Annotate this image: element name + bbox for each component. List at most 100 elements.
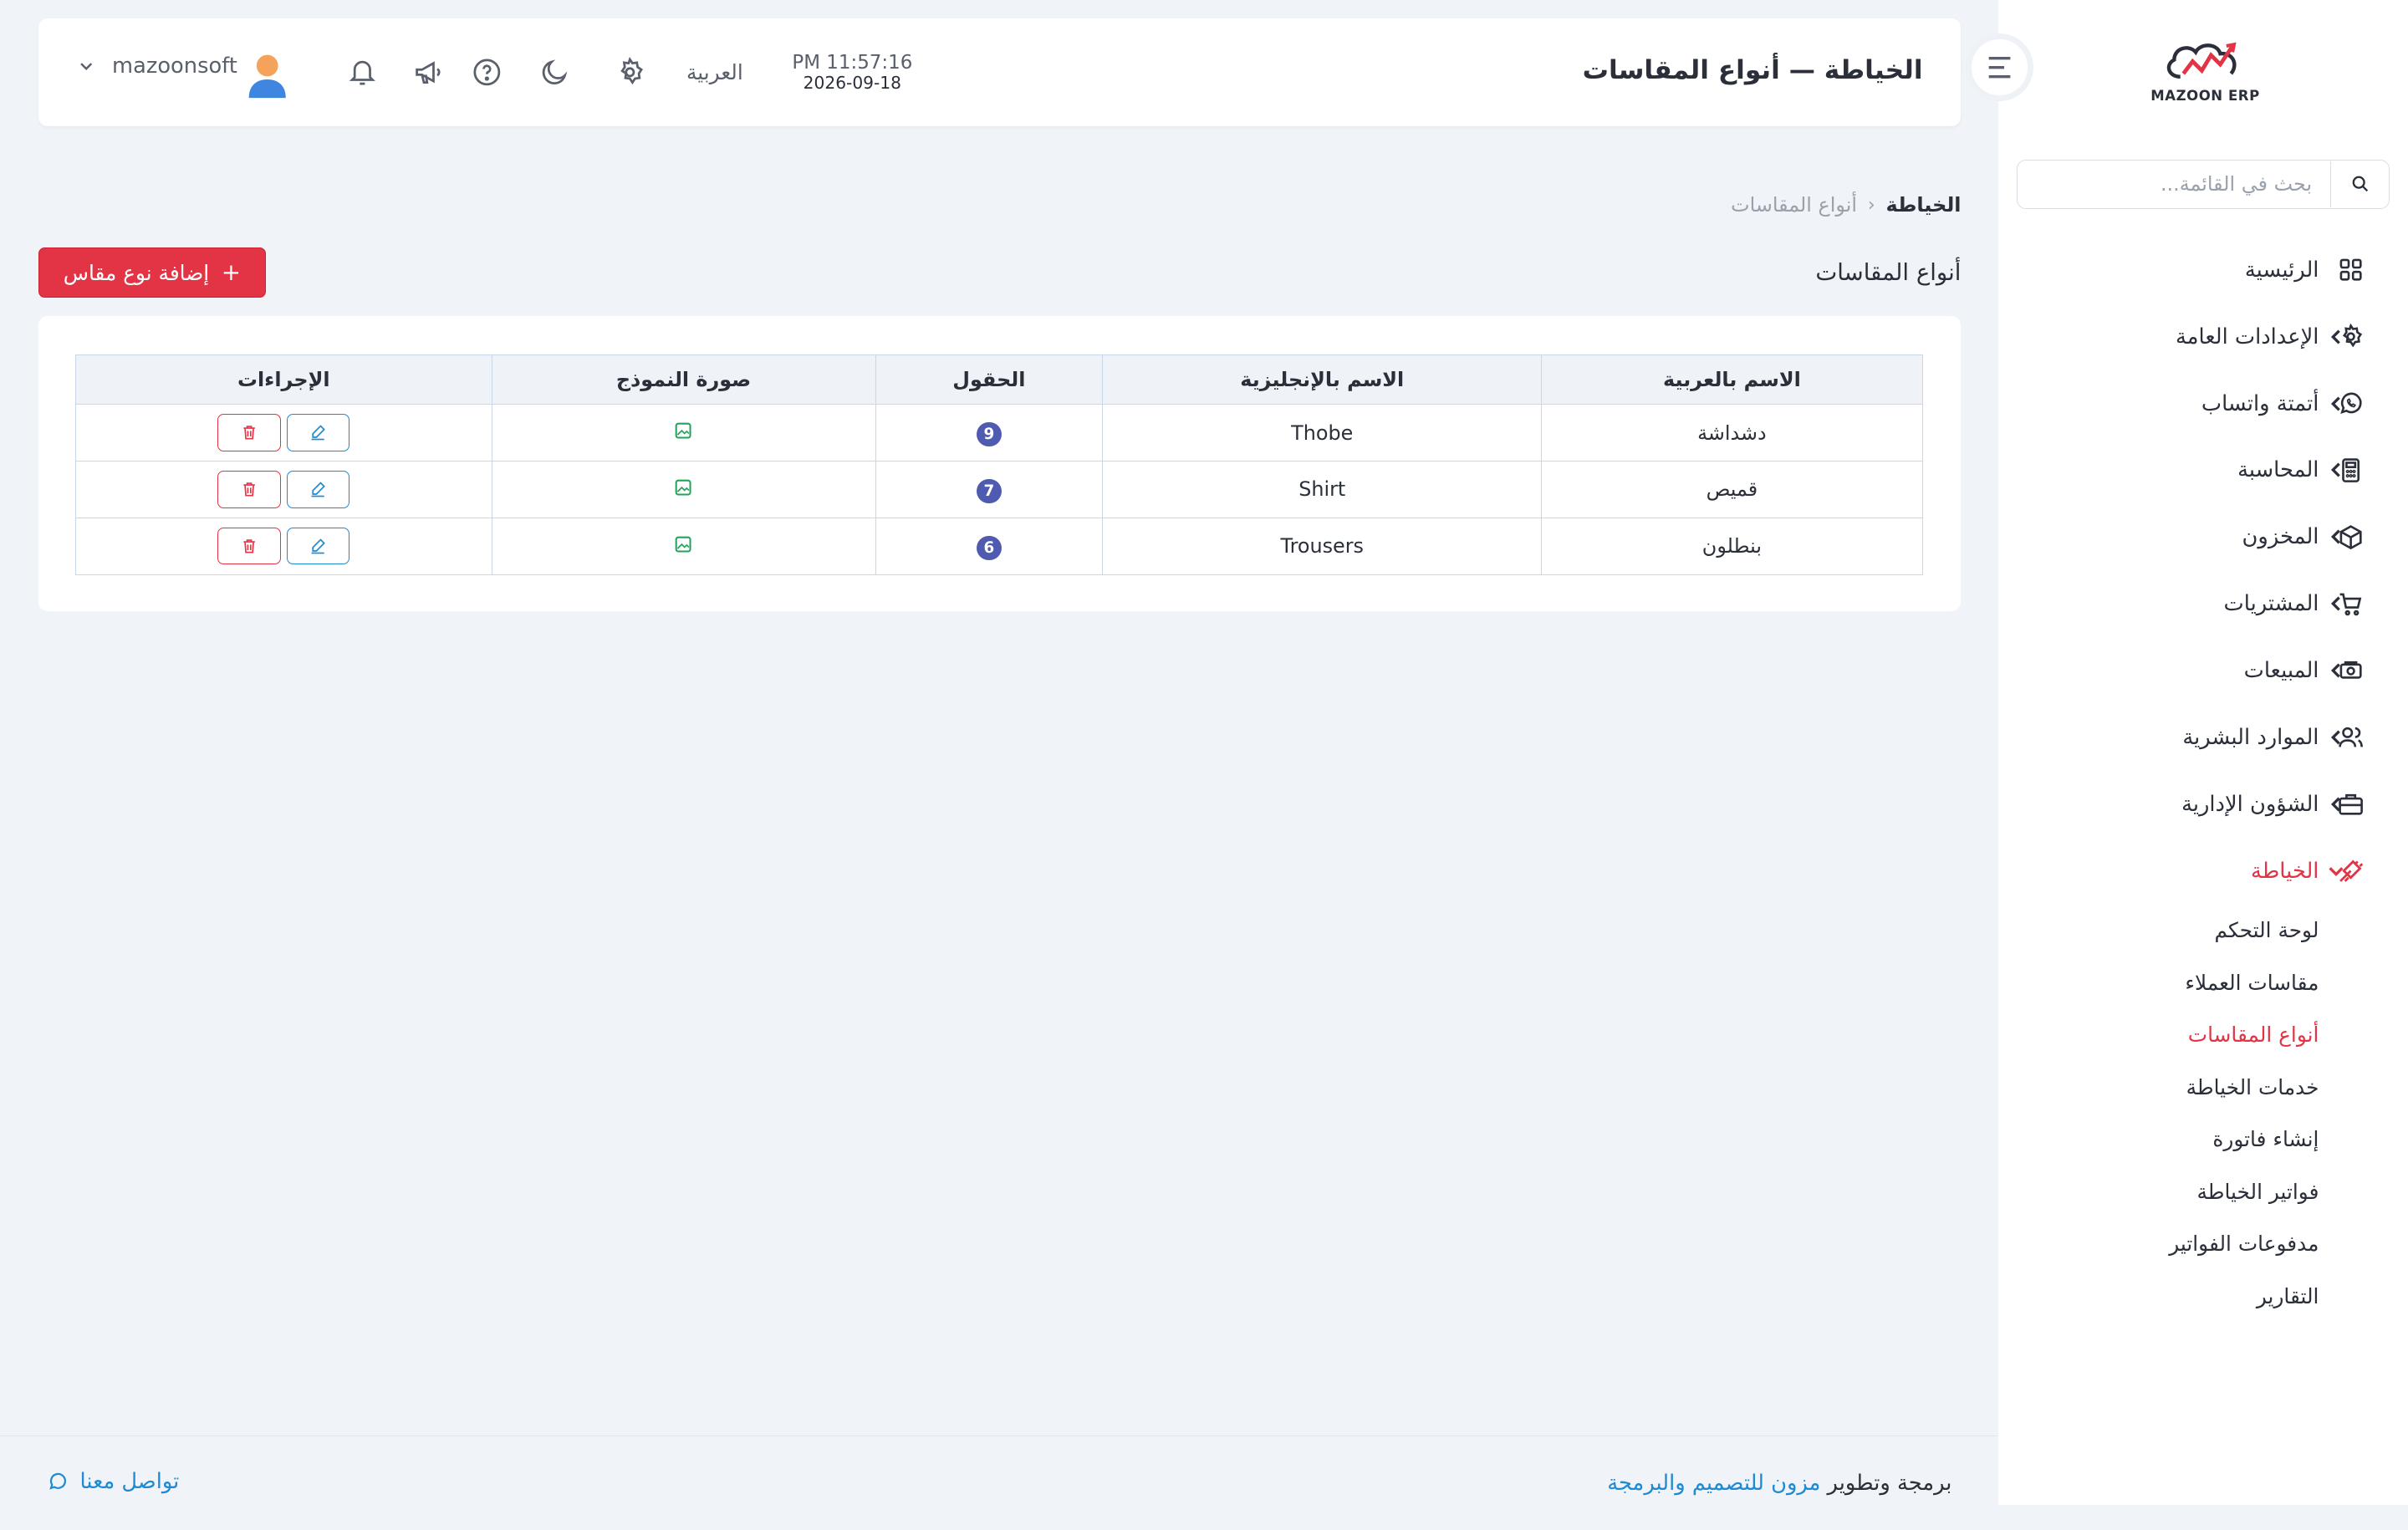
table-row: دشداشة Thobe 9: [74, 404, 1923, 462]
avatar[interactable]: [246, 52, 288, 99]
submenu-item-invoice-payments[interactable]: مدفوعات الفواتير: [1998, 1217, 2319, 1269]
breadcrumb-current: أنواع المقاسات: [1731, 193, 1857, 217]
fields-count-badge: 6: [977, 535, 1002, 560]
cell-actions: [74, 517, 492, 575]
sidebar-item-whatsapp[interactable]: أتمتة واتساب: [1998, 370, 2408, 437]
grid-icon: [2337, 256, 2365, 283]
logo-icon: [2167, 42, 2237, 79]
submenu-item-measurement-types[interactable]: أنواع المقاسات: [1998, 1009, 2319, 1061]
menu-icon: [1986, 55, 2013, 79]
table-row: قميص Shirt 7: [74, 460, 1923, 518]
sidebar-item-accounting[interactable]: المحاسبة: [1998, 437, 2408, 504]
search-icon[interactable]: [2330, 161, 2389, 207]
edit-button[interactable]: [286, 414, 350, 451]
column-header-arabic-name: الاسم بالعربية: [1541, 354, 1923, 405]
breadcrumb-root[interactable]: الخياطة: [1885, 193, 1961, 217]
submenu-item-tailoring-services[interactable]: خدمات الخياطة: [1998, 1061, 2319, 1113]
cell-english-name: Thobe: [1102, 404, 1543, 462]
whatsapp-icon: [48, 1471, 68, 1492]
sidebar-item-label: المحاسبة: [2237, 457, 2319, 483]
sidebar-item-hr[interactable]: الموارد البشرية: [1998, 704, 2408, 771]
image-icon[interactable]: [675, 536, 691, 553]
cell-model-image: [491, 404, 876, 462]
breadcrumb: الخياطة ‹ أنواع المقاسات: [1731, 193, 1961, 217]
chevron-left-icon: [2327, 528, 2345, 546]
chevron-down-icon: [2327, 862, 2345, 880]
sidebar-item-label: الإعدادات العامة: [2175, 324, 2319, 349]
column-header-actions: الإجراءات: [74, 354, 492, 405]
submenu-item-tailoring-invoices[interactable]: فواتير الخياطة: [1998, 1165, 2319, 1217]
page-header-title: الخياطة — أنواع المقاسات: [1582, 55, 1923, 86]
sidebar-search: [2016, 160, 2390, 209]
edit-icon: [309, 424, 326, 441]
delete-button[interactable]: [217, 471, 281, 508]
contact-us-link[interactable]: تواصل معنا: [48, 1469, 179, 1494]
column-header-english-name: الاسم بالإنجليزية: [1102, 354, 1543, 405]
footer-credit-prefix: برمجة وتطوير: [1827, 1470, 1952, 1496]
footer-credit: برمجة وتطوير مزون للتصميم والبرمجة: [1607, 1471, 1951, 1496]
sidebar-menu: الرئيسية الإعدادات العامة أتمتة واتساب ا…: [1998, 237, 2408, 1322]
logo[interactable]: MAZOON ERP: [2144, 37, 2267, 110]
sidebar-search-input[interactable]: [2017, 162, 2331, 207]
trash-icon: [241, 538, 258, 554]
sidebar-toggle-button[interactable]: [1965, 33, 2033, 102]
submenu-item-customer-measurements[interactable]: مقاسات العملاء: [1998, 956, 2319, 1008]
sidebar-item-inventory[interactable]: المخزون: [1998, 503, 2408, 570]
edit-icon: [309, 538, 326, 554]
footer-brand-link[interactable]: مزون للتصميم والبرمجة: [1607, 1471, 1820, 1496]
cell-model-image: [491, 460, 876, 518]
image-icon[interactable]: [675, 479, 691, 496]
chevron-left-icon: [2327, 728, 2345, 747]
trash-icon: [241, 481, 258, 497]
sidebar-item-label: المبيعات: [2243, 658, 2319, 684]
user-menu[interactable]: mazoonsoft: [79, 54, 237, 79]
submenu-item-dashboard[interactable]: لوحة التحكم: [1998, 905, 2319, 956]
help-icon[interactable]: [470, 55, 503, 89]
megaphone-icon[interactable]: [411, 55, 445, 89]
sidebar-item-home[interactable]: الرئيسية: [1998, 237, 2408, 303]
measurement-types-card: الاسم بالعربية الاسم بالإنجليزية الحقول …: [38, 316, 1962, 611]
submenu-item-reports[interactable]: التقارير: [1998, 1270, 2319, 1322]
contact-label: تواصل معنا: [79, 1468, 180, 1494]
fields-count-badge: 7: [977, 478, 1002, 503]
clock-date: 2026-09-18: [803, 72, 901, 93]
clock-time: PM 11:57:16: [792, 52, 913, 74]
table-row: بنطلون Trousers 6: [74, 517, 1923, 575]
cell-arabic-name: دشداشة: [1541, 404, 1923, 462]
sidebar-item-sales[interactable]: المبيعات: [1998, 637, 2408, 704]
sidebar-item-general-settings[interactable]: الإعدادات العامة: [1998, 303, 2408, 370]
edit-icon: [309, 481, 326, 497]
logo-text: MAZOON ERP: [2150, 87, 2260, 104]
moon-icon[interactable]: [538, 55, 571, 89]
submenu-item-create-invoice[interactable]: إنشاء فاتورة: [1998, 1114, 2319, 1165]
chevron-left-icon: ‹: [1867, 194, 1875, 216]
sidebar-item-label: الرئيسية: [2244, 257, 2319, 283]
chevron-down-icon: [79, 59, 94, 74]
sidebar-item-tailoring[interactable]: الخياطة: [1998, 838, 2408, 905]
sidebar-item-admin-affairs[interactable]: الشؤون الإدارية: [1998, 771, 2408, 838]
cell-arabic-name: بنطلون: [1541, 517, 1923, 575]
gear-icon[interactable]: [613, 55, 646, 89]
sidebar: MAZOON ERP الرئيسية الإعدادات العامة: [1997, 0, 2408, 1505]
chevron-left-icon: [2327, 661, 2345, 680]
sidebar-item-label: الخياطة: [2251, 858, 2319, 884]
edit-button[interactable]: [286, 471, 350, 508]
username: mazoonsoft: [112, 54, 237, 79]
bell-icon[interactable]: [345, 55, 379, 89]
cell-model-image: [491, 517, 876, 575]
fields-count-badge: 9: [977, 421, 1002, 447]
delete-button[interactable]: [217, 414, 281, 451]
chevron-left-icon: [2327, 795, 2345, 813]
image-icon[interactable]: [675, 422, 691, 439]
add-measurement-type-button[interactable]: + إضافة نوع مقاس: [38, 247, 266, 298]
sidebar-item-purchases[interactable]: المشتريات: [1998, 570, 2408, 637]
table-header-row: الاسم بالعربية الاسم بالإنجليزية الحقول …: [74, 354, 1923, 405]
measurement-types-table: الاسم بالعربية الاسم بالإنجليزية الحقول …: [74, 354, 1923, 575]
sidebar-item-label: الموارد البشرية: [2182, 725, 2319, 751]
cell-english-name: Trousers: [1102, 517, 1543, 575]
edit-button[interactable]: [286, 528, 350, 565]
delete-button[interactable]: [217, 528, 281, 565]
cell-fields: 6: [875, 517, 1104, 575]
chevron-left-icon: [2327, 328, 2345, 346]
language-switcher[interactable]: العربية: [686, 60, 743, 84]
